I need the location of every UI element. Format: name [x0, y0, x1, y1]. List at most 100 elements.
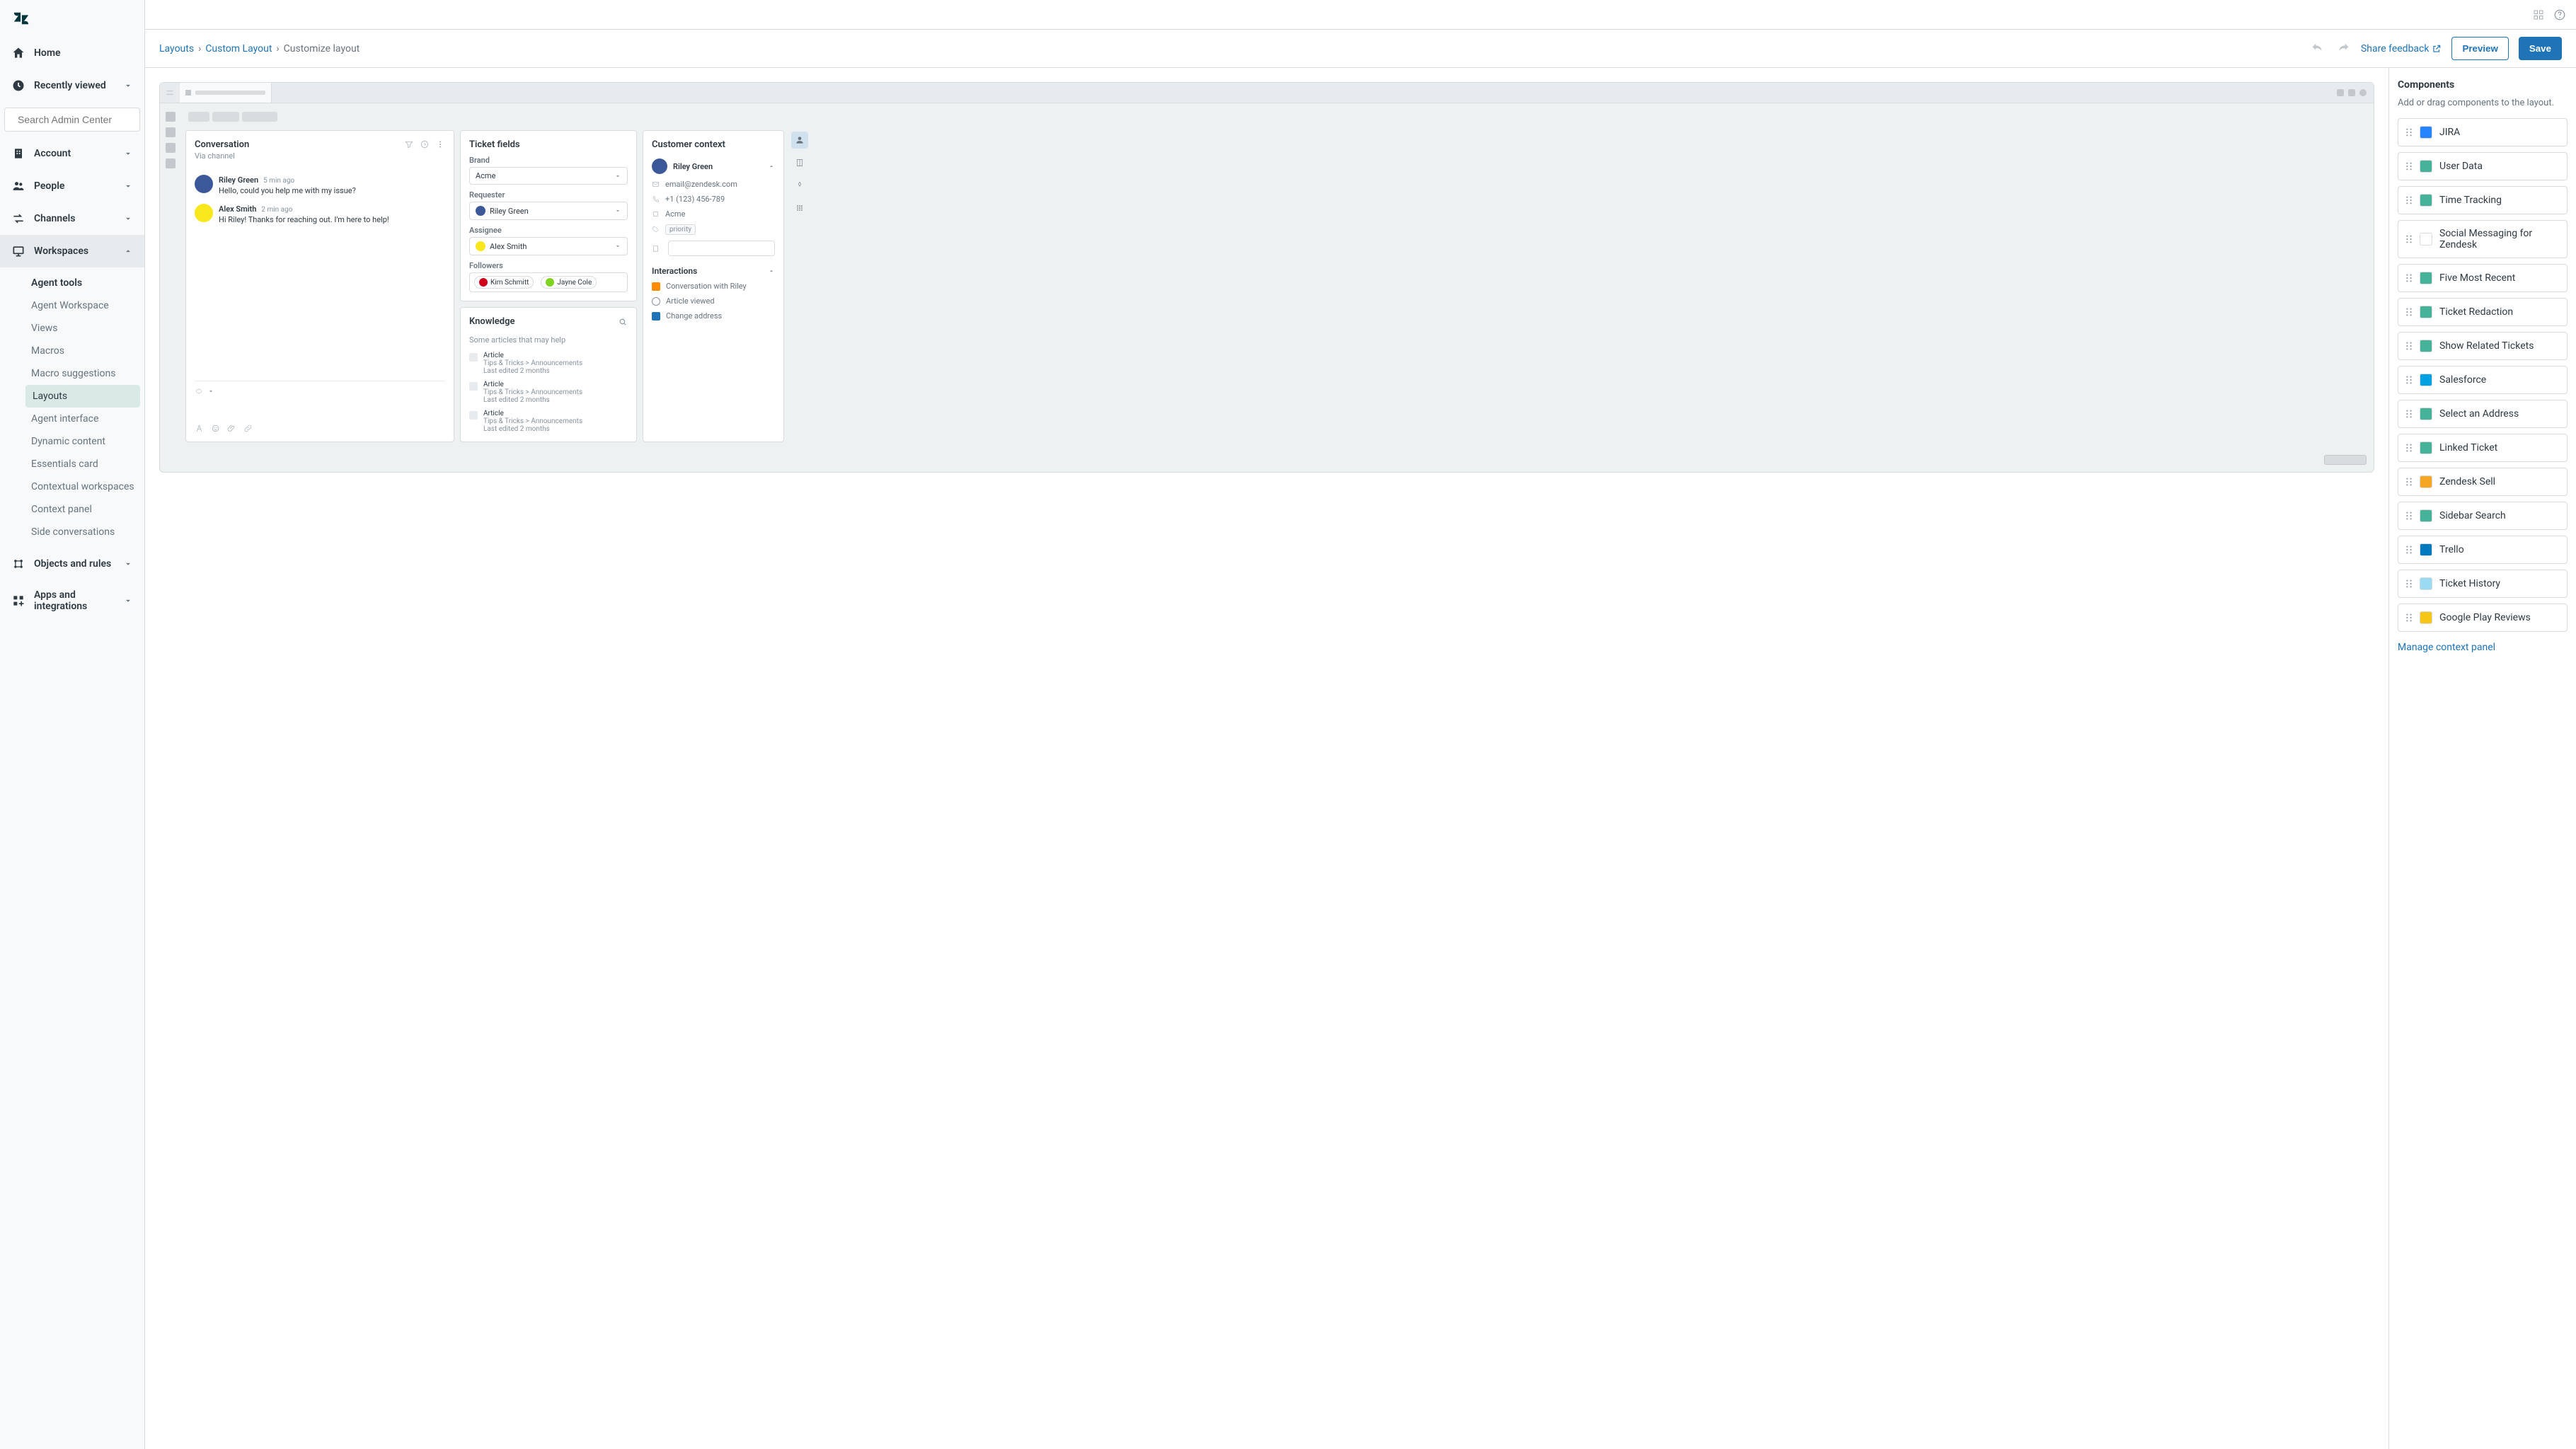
component-item[interactable]: Select an Address — [2398, 400, 2568, 428]
component-item[interactable]: Five Most Recent — [2398, 264, 2568, 292]
rail-user-icon[interactable] — [791, 132, 808, 149]
ticket-fields-col: Ticket fields Brand Acme Requester — [460, 130, 637, 442]
component-item[interactable]: Trello — [2398, 536, 2568, 564]
grid-icon[interactable] — [2532, 8, 2545, 21]
subnav-essentials-card[interactable]: Essentials card — [0, 453, 144, 475]
nav-recently-viewed[interactable]: Recently viewed — [0, 69, 144, 102]
message-row: Riley Green 5 min ago Hello, could you h… — [195, 175, 445, 195]
undo-icon[interactable] — [2310, 41, 2325, 57]
knowledge-panel[interactable]: Knowledge Some articles that may help Ar… — [460, 307, 637, 442]
reply-type-icon[interactable] — [195, 387, 203, 396]
component-item[interactable]: JIRA — [2398, 118, 2568, 146]
component-item[interactable]: Linked Ticket — [2398, 434, 2568, 462]
knowledge-item[interactable]: ArticleTips & Tricks > AnnouncementsLast… — [469, 410, 628, 433]
nav-workspaces[interactable]: Workspaces — [0, 235, 144, 267]
emoji-icon[interactable] — [211, 424, 220, 433]
nav-channels[interactable]: Channels — [0, 202, 144, 235]
rail-apps-icon[interactable] — [791, 177, 808, 194]
filter-icon[interactable] — [404, 139, 414, 149]
subnav-agent-workspace[interactable]: Agent Workspace — [0, 294, 144, 317]
breadcrumb-current: Customize layout — [284, 43, 360, 54]
email-row: email@zendesk.com — [652, 180, 775, 189]
phone-row: +1 (123) 456-789 — [652, 195, 775, 204]
component-label: Select an Address — [2439, 408, 2519, 420]
breadcrumb-root[interactable]: Layouts — [159, 43, 194, 54]
component-icon — [2420, 374, 2432, 386]
chevron-up-icon[interactable] — [768, 267, 775, 275]
link-icon[interactable] — [243, 424, 253, 433]
redo-icon[interactable] — [2335, 41, 2351, 57]
help-icon[interactable] — [2553, 8, 2566, 21]
conversation-panel[interactable]: Conversation Via channel — [185, 130, 454, 442]
note-icon — [652, 245, 660, 253]
component-item[interactable]: Zendesk Sell — [2398, 468, 2568, 496]
preview-button[interactable]: Preview — [2451, 37, 2508, 60]
component-label: Salesforce — [2439, 374, 2486, 386]
component-icon — [2420, 475, 2432, 488]
follower-chip[interactable]: Kim Schmitt — [474, 276, 534, 289]
component-item[interactable]: Ticket Redaction — [2398, 298, 2568, 326]
channels-icon — [11, 212, 25, 226]
component-item[interactable]: Salesforce — [2398, 366, 2568, 394]
toolbar-actions: Share feedback Preview Save — [2310, 37, 2562, 60]
search-icon[interactable] — [619, 318, 628, 327]
more-icon[interactable] — [435, 139, 445, 149]
customer-context-panel[interactable]: Customer context Riley Green email@zende… — [643, 130, 784, 442]
search-input-wrap[interactable] — [4, 108, 140, 132]
component-item[interactable]: Time Tracking — [2398, 186, 2568, 214]
manage-context-panel-link[interactable]: Manage context panel — [2398, 642, 2495, 653]
followers-field[interactable]: Kim Schmitt Jayne Cole — [469, 272, 628, 292]
component-item[interactable]: Social Messaging for Zendesk — [2398, 220, 2568, 258]
interaction-row[interactable]: Conversation with Riley — [652, 282, 775, 291]
follower-chip[interactable]: Jayne Cole — [541, 276, 597, 289]
component-label: Trello — [2439, 544, 2464, 555]
subnav-views[interactable]: Views — [0, 317, 144, 340]
component-item[interactable]: Google Play Reviews — [2398, 604, 2568, 632]
brand-select[interactable]: Acme — [469, 167, 628, 185]
workspaces-subnav: Agent tools Agent Workspace Views Macros… — [0, 267, 144, 548]
nav-recent-label: Recently viewed — [34, 80, 123, 91]
canvas-tab[interactable] — [180, 83, 272, 103]
component-item[interactable]: Ticket History — [2398, 570, 2568, 598]
note-input[interactable] — [668, 241, 775, 256]
requester-select[interactable]: Riley Green — [469, 202, 628, 220]
subnav-context-panel[interactable]: Context panel — [0, 498, 144, 521]
nav-home[interactable]: Home — [0, 37, 144, 69]
subnav-agent-tools[interactable]: Agent tools — [0, 272, 144, 294]
component-icon — [2420, 160, 2432, 173]
text-format-icon[interactable] — [195, 424, 204, 433]
nav-account[interactable]: Account — [0, 137, 144, 170]
nav-channels-label: Channels — [34, 213, 123, 224]
rail-knowledge-icon[interactable] — [791, 154, 808, 171]
component-item[interactable]: Sidebar Search — [2398, 502, 2568, 530]
history-icon[interactable] — [420, 139, 430, 149]
subnav-side-conversations[interactable]: Side conversations — [0, 521, 144, 543]
subnav-dynamic-content[interactable]: Dynamic content — [0, 430, 144, 453]
knowledge-item[interactable]: ArticleTips & Tricks > AnnouncementsLast… — [469, 352, 628, 375]
attachment-icon[interactable] — [227, 424, 236, 433]
search-input[interactable] — [18, 114, 145, 125]
subnav-contextual-workspaces[interactable]: Contextual workspaces — [0, 475, 144, 498]
assignee-select[interactable]: Alex Smith — [469, 237, 628, 255]
component-label: Time Tracking — [2439, 195, 2502, 206]
component-item[interactable]: User Data — [2398, 152, 2568, 180]
nav-apps[interactable]: Apps and integrations — [0, 580, 144, 621]
subnav-layouts[interactable]: Layouts — [25, 385, 140, 408]
knowledge-item[interactable]: ArticleTips & Tricks > AnnouncementsLast… — [469, 381, 628, 404]
subnav-agent-interface[interactable]: Agent interface — [0, 408, 144, 430]
chevron-down-icon[interactable] — [207, 388, 214, 395]
interaction-row[interactable]: Change address — [652, 311, 775, 321]
interaction-row[interactable]: Article viewed — [652, 296, 775, 306]
breadcrumb-mid[interactable]: Custom Layout — [205, 43, 272, 54]
share-feedback-link[interactable]: Share feedback — [2361, 43, 2442, 54]
ticket-fields-panel[interactable]: Ticket fields Brand Acme Requester — [460, 130, 637, 301]
nav-objects[interactable]: Objects and rules — [0, 548, 144, 580]
subnav-macro-suggestions[interactable]: Macro suggestions — [0, 362, 144, 385]
save-button[interactable]: Save — [2519, 37, 2562, 60]
chevron-up-icon[interactable] — [768, 163, 775, 170]
drag-handle-icon — [2405, 195, 2413, 205]
subnav-macros[interactable]: Macros — [0, 340, 144, 362]
component-item[interactable]: Show Related Tickets — [2398, 332, 2568, 360]
rail-grid-icon[interactable] — [791, 200, 808, 217]
nav-people[interactable]: People — [0, 170, 144, 202]
